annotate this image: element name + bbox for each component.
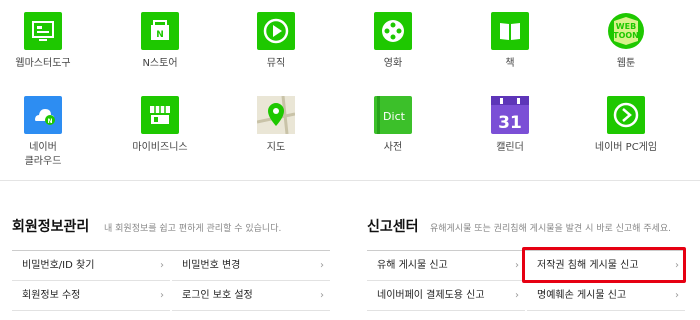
app-label: 캘린더: [496, 142, 524, 153]
app-label: 웹툰: [616, 58, 636, 69]
svg-text:N: N: [156, 30, 164, 40]
chevron-right-icon: ›: [675, 290, 679, 301]
app-label: 웹마스터도구: [15, 58, 71, 69]
pc-game-icon: [607, 96, 645, 134]
menu-label: 네이버페이 결제도용 신고: [377, 290, 485, 301]
menu-label: 로그인 보호 설정: [182, 290, 253, 301]
member-menu: 비밀번호/ID 찾기 › 비밀번호 변경 › 회원정보 수정 › 로그인 보호 …: [12, 250, 330, 311]
report-section-desc: 유해게시물 또는 권리침해 게시물을 발견 시 바로 신고해 주세요.: [430, 224, 672, 234]
app-grid: 웹마스터도구 N N스토어 뮤직 영화 책 WEB TOON 웹툰 N 네이버 …: [0, 0, 700, 180]
chevron-right-icon: ›: [320, 290, 324, 301]
app-book[interactable]: 책: [460, 12, 560, 71]
report-harmful-post-link[interactable]: 유해 게시물 신고 ›: [367, 251, 525, 281]
app-pcgame[interactable]: 네이버 PC게임: [576, 96, 676, 155]
find-password-id-link[interactable]: 비밀번호/ID 찾기 ›: [12, 251, 170, 281]
report-naverpay-fraud-link[interactable]: 네이버페이 결제도용 신고 ›: [367, 281, 525, 311]
app-label: 영화: [383, 58, 403, 69]
menu-label: 비밀번호/ID 찾기: [22, 260, 95, 271]
app-mybiz[interactable]: 마이비즈니스: [110, 96, 210, 155]
app-mybox[interactable]: N 네이버 클라우드: [0, 96, 93, 169]
app-label: 지도: [266, 142, 286, 153]
nstore-bag-icon: N: [141, 12, 179, 50]
store-front-icon: [141, 96, 179, 134]
music-play-icon: [257, 12, 295, 50]
highlight-box: [522, 247, 686, 283]
app-webmaster[interactable]: 웹마스터도구: [0, 12, 93, 71]
webmaster-tool-icon: [24, 12, 62, 50]
login-protection-link[interactable]: 로그인 보호 설정 ›: [172, 281, 330, 311]
chevron-right-icon: ›: [160, 260, 164, 271]
calendar-logo-text: 31: [498, 113, 522, 133]
app-label: N스토어: [142, 58, 178, 69]
app-music[interactable]: 뮤직: [226, 12, 326, 71]
report-section-title: 신고센터: [367, 219, 419, 235]
menu-label: 유해 게시물 신고: [377, 260, 448, 271]
app-label: 책: [505, 58, 515, 69]
app-map[interactable]: 지도: [226, 95, 326, 155]
app-movie[interactable]: 영화: [343, 12, 443, 71]
app-dict[interactable]: Dict 사전: [343, 96, 443, 155]
app-label: 마이비즈니스: [132, 142, 188, 153]
dict-logo-text: Dict: [383, 110, 406, 123]
app-label: 사전: [383, 142, 403, 153]
chevron-right-icon: ›: [320, 260, 324, 271]
svg-text:N: N: [47, 118, 52, 125]
map-pin-icon: [256, 95, 296, 135]
webtoon-logo-text-top: WEB: [616, 22, 636, 31]
book-icon: [491, 12, 529, 50]
app-nstore[interactable]: N N스토어: [110, 12, 210, 71]
chevron-right-icon: ›: [515, 290, 519, 301]
app-label: 네이버 클라우드: [24, 142, 62, 167]
section-divider: [0, 180, 700, 181]
app-calendar[interactable]: 31 캘린더: [460, 96, 560, 155]
webtoon-icon: WEB TOON: [607, 12, 645, 50]
change-password-link[interactable]: 비밀번호 변경 ›: [172, 251, 330, 281]
film-reel-icon: [374, 12, 412, 50]
calendar-icon: 31: [491, 96, 529, 134]
menu-label: 회원정보 수정: [22, 290, 81, 301]
report-defamation-link[interactable]: 명예훼손 게시물 신고 ›: [527, 281, 685, 311]
member-section-title: 회원정보관리: [12, 219, 90, 235]
app-webtoon[interactable]: WEB TOON 웹툰: [576, 12, 676, 71]
webtoon-logo-text-bottom: TOON: [613, 31, 639, 40]
dictionary-icon: Dict: [374, 96, 412, 134]
menu-label: 명예훼손 게시물 신고: [537, 290, 627, 301]
chevron-right-icon: ›: [515, 260, 519, 271]
member-section-desc: 내 회원정보를 쉽고 편하게 관리할 수 있습니다.: [104, 224, 282, 234]
app-label: 뮤직: [266, 58, 286, 69]
chevron-right-icon: ›: [160, 290, 164, 301]
cloud-icon: N: [24, 96, 62, 134]
edit-member-info-link[interactable]: 회원정보 수정 ›: [12, 281, 170, 311]
app-label: 네이버 PC게임: [594, 142, 658, 153]
menu-label: 비밀번호 변경: [182, 260, 241, 271]
